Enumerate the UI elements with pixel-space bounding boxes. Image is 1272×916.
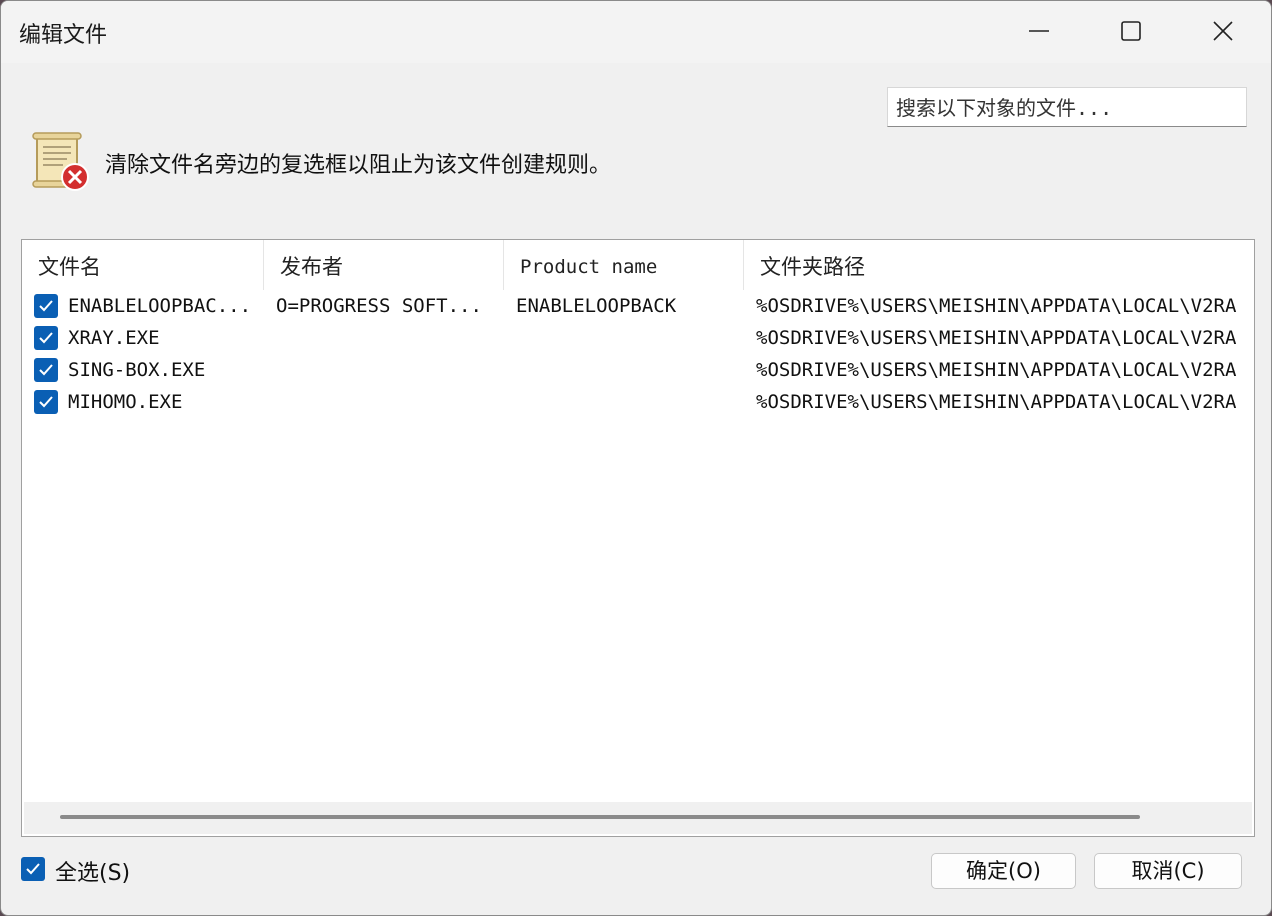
close-icon [1213, 21, 1233, 41]
file-name-cell: XRAY.EXE [68, 327, 160, 349]
file-name-cell: ENABLELOOPBAC... [68, 295, 252, 317]
horizontal-scrollbar[interactable] [24, 802, 1252, 834]
title-bar[interactable]: 编辑文件 [1, 1, 1271, 63]
minimize-icon [1029, 30, 1049, 32]
select-all-checkbox[interactable] [21, 857, 45, 881]
ok-button[interactable]: 确定(O) [931, 853, 1076, 889]
folder-path-cell: %OSDRIVE%\USERS\MEISHIN\APPDATA\LOCAL\V2… [756, 327, 1237, 349]
column-header-filename[interactable]: 文件名 [22, 240, 264, 290]
row-checkbox[interactable] [34, 294, 58, 318]
column-header-publisher[interactable]: 发布者 [264, 240, 504, 290]
file-name-cell: SING-BOX.EXE [68, 359, 206, 381]
checkmark-icon [39, 300, 53, 312]
maximize-button[interactable] [1085, 1, 1177, 61]
checkmark-icon [39, 364, 53, 376]
column-header-product-name[interactable]: Product name [504, 240, 744, 290]
maximize-icon [1121, 21, 1141, 41]
blocked-file-icon [32, 132, 89, 191]
search-input[interactable]: 搜索以下对象的文件... [887, 87, 1247, 127]
publisher-cell: O=PROGRESS SOFT... [276, 295, 482, 317]
folder-path-cell: %OSDRIVE%\USERS\MEISHIN\APPDATA\LOCAL\V2… [756, 359, 1237, 381]
table-row[interactable]: MIHOMO.EXE %OSDRIVE%\USERS\MEISHIN\APPDA… [22, 388, 1254, 420]
row-checkbox[interactable] [34, 326, 58, 350]
cancel-button[interactable]: 取消(C) [1094, 853, 1242, 889]
column-header-folder-path[interactable]: 文件夹路径 [744, 240, 1254, 290]
close-button[interactable] [1177, 1, 1269, 61]
table-row[interactable]: SING-BOX.EXE %OSDRIVE%\USERS\MEISHIN\APP… [22, 356, 1254, 388]
table-row[interactable]: ENABLELOOPBAC... O=PROGRESS SOFT... ENAB… [22, 292, 1254, 324]
scrollbar-thumb[interactable] [60, 815, 1140, 819]
table-row[interactable]: XRAY.EXE %OSDRIVE%\USERS\MEISHIN\APPDATA… [22, 324, 1254, 356]
file-name-cell: MIHOMO.EXE [68, 391, 183, 413]
edit-files-dialog: 编辑文件 搜索以下对象的文件... 清除文件名旁边的复选框以阻止为该文件创建规则… [0, 0, 1272, 916]
minimize-button[interactable] [993, 1, 1085, 61]
select-all-label[interactable]: 全选(S) [55, 855, 130, 887]
window-title: 编辑文件 [19, 23, 108, 48]
instruction-text: 清除文件名旁边的复选框以阻止为该文件创建规则。 [105, 153, 612, 178]
file-list[interactable]: 文件名 发布者 Product name 文件夹路径 ENABLELOOPBAC… [21, 239, 1255, 837]
product-name-cell: ENABLELOOPBACK [516, 295, 677, 317]
row-checkbox[interactable] [34, 358, 58, 382]
checkmark-icon [26, 863, 40, 875]
checkmark-icon [39, 332, 53, 344]
folder-path-cell: %OSDRIVE%\USERS\MEISHIN\APPDATA\LOCAL\V2… [756, 391, 1237, 413]
folder-path-cell: %OSDRIVE%\USERS\MEISHIN\APPDATA\LOCAL\V2… [756, 295, 1237, 317]
row-checkbox[interactable] [34, 390, 58, 414]
checkmark-icon [39, 396, 53, 408]
